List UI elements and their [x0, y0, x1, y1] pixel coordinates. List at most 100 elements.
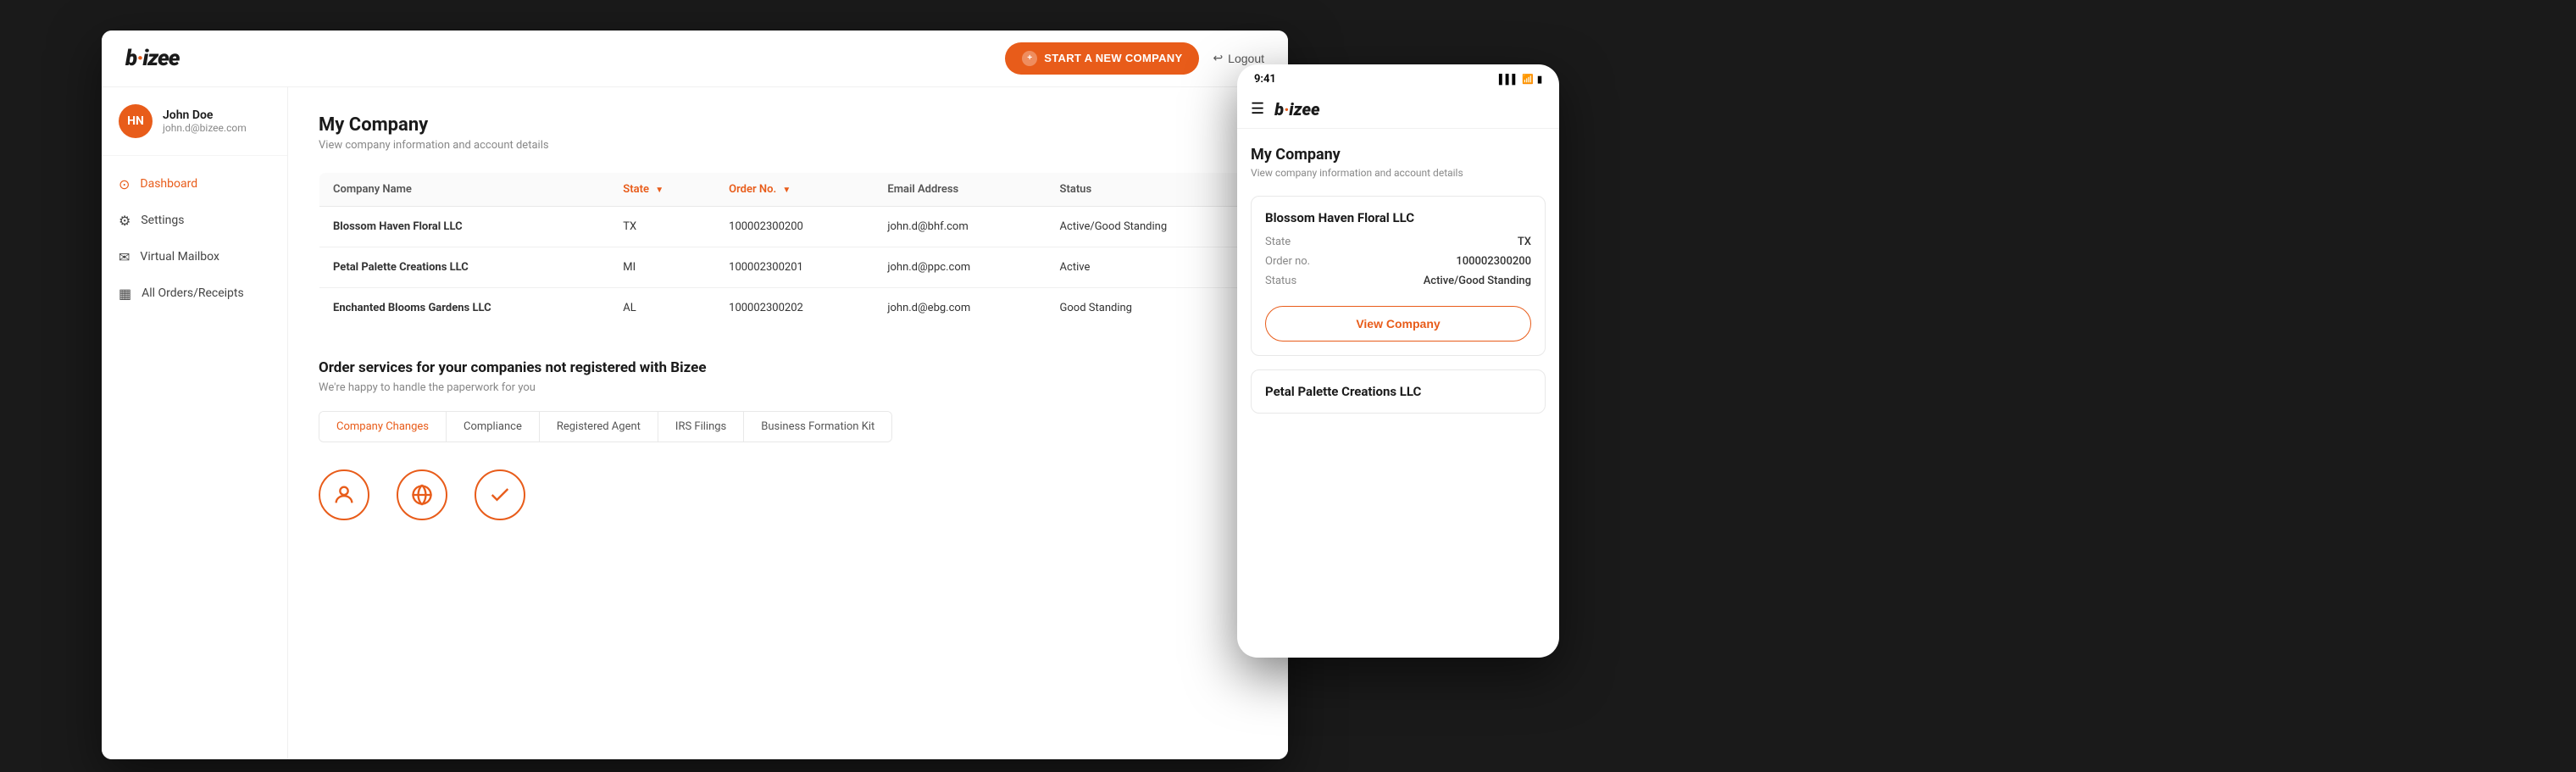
- sidebar-dashboard-label: Dashboard: [140, 177, 197, 191]
- main-area: HN John Doe john.d@bizee.com ⊙ Dashboard…: [102, 87, 1288, 759]
- orders-icon: ▦: [119, 286, 131, 302]
- top-bar-right: + START A NEW COMPANY ↩ Logout: [1005, 42, 1264, 75]
- service-circle-1: [319, 469, 369, 520]
- col-state[interactable]: State ▼: [609, 172, 715, 206]
- mobile-detail-state-row: State TX: [1265, 236, 1531, 248]
- cell-company-name: Enchanted Blooms Gardens LLC: [319, 287, 610, 328]
- user-name: John Doe: [163, 108, 247, 122]
- sidebar: HN John Doe john.d@bizee.com ⊙ Dashboard…: [102, 87, 288, 759]
- tab-business-formation[interactable]: Business Formation Kit: [744, 412, 891, 442]
- sidebar-item-mailbox[interactable]: ✉ Virtual Mailbox: [102, 239, 287, 275]
- sidebar-mailbox-label: Virtual Mailbox: [140, 250, 219, 264]
- col-email: Email Address: [874, 172, 1046, 206]
- table-row[interactable]: Blossom Haven Floral LLC TX 100002300200…: [319, 206, 1257, 247]
- cell-status: Active/Good Standing: [1046, 206, 1257, 247]
- mobile-company-name-1: Blossom Haven Floral LLC: [1265, 210, 1531, 225]
- service-icon-2: [397, 469, 447, 520]
- battery-icon: ▮: [1537, 74, 1542, 85]
- service-icons-row: [319, 469, 1257, 520]
- sidebar-item-orders[interactable]: ▦ All Orders/Receipts: [102, 275, 287, 312]
- sidebar-orders-label: All Orders/Receipts: [142, 286, 244, 300]
- service-circle-2: [397, 469, 447, 520]
- col-company-name: Company Name: [319, 172, 610, 206]
- col-order-no[interactable]: Order No. ▼: [715, 172, 874, 206]
- user-details: John Doe john.d@bizee.com: [163, 108, 247, 134]
- mobile-status-icons: ▌▌▌ 📶 ▮: [1499, 74, 1542, 85]
- tab-irs-filings[interactable]: IRS Filings: [658, 412, 744, 442]
- table-row[interactable]: Enchanted Blooms Gardens LLC AL 10000230…: [319, 287, 1257, 328]
- user-email: john.d@bizee.com: [163, 122, 247, 134]
- services-subtitle: We're happy to handle the paperwork for …: [319, 381, 1257, 394]
- mobile-content: My Company View company information and …: [1237, 129, 1559, 444]
- mobile-state-value: TX: [1518, 236, 1531, 248]
- cell-status: Active: [1046, 247, 1257, 287]
- mobile-page-subtitle: View company information and account det…: [1251, 167, 1546, 179]
- table-row[interactable]: Petal Palette Creations LLC MI 100002300…: [319, 247, 1257, 287]
- cell-email: john.d@bhf.com: [874, 206, 1046, 247]
- signal-icon: ▌▌▌: [1499, 74, 1518, 85]
- cell-state: MI: [609, 247, 715, 287]
- mobile-logo: b·izee: [1274, 99, 1319, 119]
- wifi-icon: 📶: [1522, 74, 1534, 85]
- mobile-status-value: Active/Good Standing: [1424, 275, 1531, 287]
- settings-icon: ⚙: [119, 213, 130, 229]
- company-table: Company Name State ▼ Order No. ▼ Email A…: [319, 172, 1257, 329]
- mobile-top-bar: ☰ b·izee: [1237, 91, 1559, 129]
- tab-company-changes[interactable]: Company Changes: [319, 412, 447, 442]
- user-info: HN John Doe john.d@bizee.com: [102, 104, 287, 156]
- mobile-company-card-2: Petal Palette Creations LLC: [1251, 369, 1546, 414]
- mobile-detail-order-row: Order no. 100002300200: [1265, 255, 1531, 268]
- logout-label: Logout: [1228, 52, 1264, 65]
- sidebar-settings-label: Settings: [141, 214, 184, 227]
- tab-registered-agent[interactable]: Registered Agent: [540, 412, 658, 442]
- sidebar-item-dashboard[interactable]: ⊙ Dashboard: [102, 166, 287, 203]
- mobile-status-bar: 9:41 ▌▌▌ 📶 ▮: [1237, 64, 1559, 91]
- mobile-status-label: Status: [1265, 275, 1296, 287]
- order-sort-arrow: ▼: [782, 186, 791, 195]
- mobile-window: 9:41 ▌▌▌ 📶 ▮ ☰ b·izee My Company View co…: [1237, 64, 1559, 658]
- cell-status: Good Standing: [1046, 287, 1257, 328]
- tab-compliance[interactable]: Compliance: [447, 412, 540, 442]
- mobile-order-value: 100002300200: [1456, 255, 1531, 268]
- cell-order-no: 100002300200: [715, 206, 874, 247]
- page-title: My Company: [319, 114, 1257, 136]
- mobile-page-title: My Company: [1251, 146, 1546, 164]
- cell-email: john.d@ppc.com: [874, 247, 1046, 287]
- logo: b·izee: [125, 46, 180, 71]
- mobile-company-name-2: Petal Palette Creations LLC: [1265, 384, 1531, 399]
- mobile-order-label: Order no.: [1265, 255, 1310, 268]
- service-icon-1: [319, 469, 369, 520]
- logout-icon: ↩: [1213, 51, 1223, 65]
- start-company-label: START A NEW COMPANY: [1044, 52, 1182, 64]
- logout-button[interactable]: ↩ Logout: [1213, 51, 1264, 65]
- page-subtitle: View company information and account det…: [319, 139, 1257, 152]
- avatar: HN: [119, 104, 153, 138]
- mobile-state-label: State: [1265, 236, 1291, 248]
- service-tabs: Company Changes Compliance Registered Ag…: [319, 411, 892, 442]
- service-icon-3: [475, 469, 525, 520]
- top-bar: b·izee + START A NEW COMPANY ↩ Logout: [102, 31, 1288, 87]
- mailbox-icon: ✉: [119, 249, 130, 265]
- cell-company-name: Blossom Haven Floral LLC: [319, 206, 610, 247]
- dashboard-icon: ⊙: [119, 176, 130, 192]
- service-circle-3: [475, 469, 525, 520]
- start-company-button[interactable]: + START A NEW COMPANY: [1005, 42, 1199, 75]
- cell-company-name: Petal Palette Creations LLC: [319, 247, 610, 287]
- services-title: Order services for your companies not re…: [319, 359, 1257, 376]
- cell-order-no: 100002300201: [715, 247, 874, 287]
- mobile-menu-icon[interactable]: ☰: [1251, 100, 1264, 118]
- desktop-window: b·izee + START A NEW COMPANY ↩ Logout HN: [102, 31, 1288, 759]
- content-area: My Company View company information and …: [288, 87, 1288, 759]
- start-icon: +: [1022, 51, 1037, 66]
- cell-state: AL: [609, 287, 715, 328]
- mobile-time: 9:41: [1254, 73, 1276, 86]
- state-sort-arrow: ▼: [655, 186, 663, 195]
- cell-order-no: 100002300202: [715, 287, 874, 328]
- cell-email: john.d@ebg.com: [874, 287, 1046, 328]
- mobile-detail-status-row: Status Active/Good Standing: [1265, 275, 1531, 287]
- sidebar-item-settings[interactable]: ⚙ Settings: [102, 203, 287, 239]
- mobile-company-card-1: Blossom Haven Floral LLC State TX Order …: [1251, 196, 1546, 356]
- col-status: Status: [1046, 172, 1257, 206]
- view-company-button[interactable]: View Company: [1265, 306, 1531, 342]
- cell-state: TX: [609, 206, 715, 247]
